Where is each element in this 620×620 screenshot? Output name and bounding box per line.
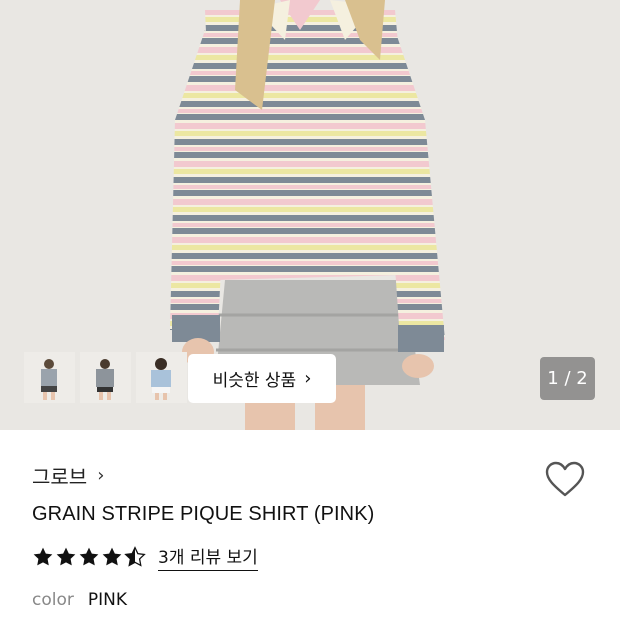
star-rating — [32, 546, 146, 568]
similar-products-button[interactable]: 비슷한 상품 › — [188, 354, 336, 403]
product-image[interactable]: 비슷한 상품 › 1 / 2 — [0, 0, 620, 430]
star-icon — [56, 547, 76, 566]
star-icon — [102, 547, 122, 566]
thumbnail-strip — [24, 352, 187, 403]
option-label: color — [32, 590, 74, 610]
product-title: GRAIN STRIPE PIQUE SHIRT (PINK) — [32, 503, 375, 525]
chevron-right-icon: › — [97, 465, 105, 486]
chevron-right-icon: › — [304, 368, 312, 389]
half-star-icon — [124, 546, 146, 567]
option-value: PINK — [87, 590, 128, 610]
thumbnail-2[interactable] — [80, 352, 131, 403]
star-icon — [33, 547, 53, 566]
brand-name: 그로브 — [32, 465, 88, 489]
wishlist-button[interactable] — [545, 461, 585, 499]
brand-link[interactable]: 그로브 › — [32, 461, 104, 490]
review-link[interactable]: 3개 리뷰 보기 — [158, 543, 258, 571]
rating-row: 3개 리뷰 보기 — [32, 543, 258, 571]
color-option: color PINK — [32, 590, 127, 610]
thumbnail-1[interactable] — [24, 352, 75, 403]
heart-icon — [545, 461, 585, 497]
star-icon — [79, 547, 99, 566]
similar-products-label: 비슷한 상품 — [212, 371, 297, 391]
image-counter: 1 / 2 — [540, 357, 595, 400]
thumbnail-3[interactable] — [136, 352, 187, 403]
image-counter-text: 1 / 2 — [547, 368, 588, 389]
